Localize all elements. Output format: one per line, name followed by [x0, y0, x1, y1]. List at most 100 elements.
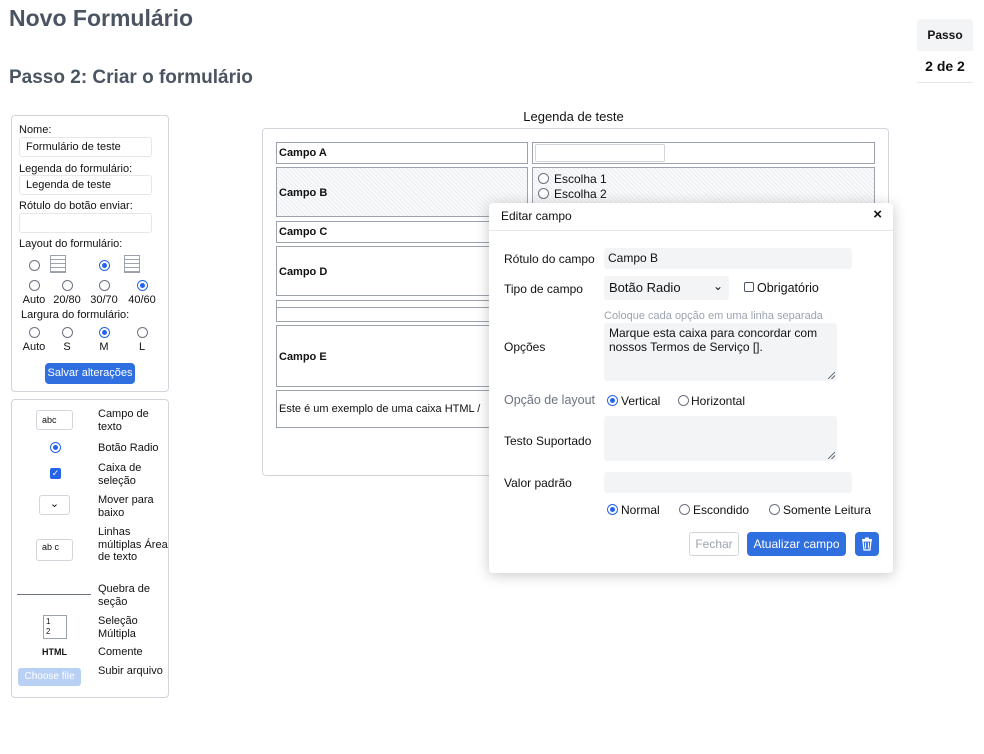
field-type-value: Botão Radio: [609, 280, 681, 295]
width-option-label: Auto: [22, 341, 46, 353]
comment-tool-label: Comente: [98, 646, 143, 658]
layout-radio-20-80[interactable]: [62, 280, 73, 291]
field-b-option-label: Escolha 1: [554, 172, 607, 186]
width-option-label: L: [138, 341, 146, 353]
form-settings-panel: Nome: Formulário de teste Legenda do for…: [11, 115, 169, 392]
field-label-input[interactable]: Campo B: [604, 248, 852, 269]
checkbox-tool-label: Caixa de seleção: [98, 462, 142, 487]
name-input[interactable]: Formulário de teste: [19, 137, 152, 157]
layout-vertical-label: Vertical: [621, 394, 661, 408]
close-button[interactable]: Fechar: [689, 532, 739, 556]
html-tool[interactable]: HTML: [42, 647, 67, 657]
step-title: Passo 2: Criar o formulário: [9, 67, 253, 88]
step-indicator: Passo 2 de 2: [917, 19, 973, 83]
resize-grip-icon[interactable]: [828, 372, 835, 379]
width-radio-l[interactable]: [137, 327, 148, 338]
save-settings-button[interactable]: Salvar alterações: [45, 363, 135, 384]
dropdown-tool-label: Mover para baixo: [98, 494, 154, 519]
radio-tool-label: Botão Radio: [98, 442, 159, 454]
text-field-tool-label: Campo de texto: [98, 408, 149, 433]
layout-icon-radio-2[interactable]: [99, 260, 110, 271]
required-label: Obrigatório: [757, 281, 819, 295]
layout-vertical-radio[interactable]: [607, 395, 618, 406]
textarea-tool-label: Linhas múltiplas Área de texto: [98, 526, 168, 563]
layout-radio-30-70[interactable]: [99, 280, 110, 291]
layout-split-icon: [124, 255, 140, 273]
name-label: Nome:: [19, 124, 52, 136]
modal-title: Editar campo: [501, 209, 572, 223]
layout-option-label: 20/80: [53, 294, 81, 306]
width-radio-m[interactable]: [99, 327, 110, 338]
field-type-label: Tipo de campo: [504, 282, 583, 296]
visibility-normal-radio[interactable]: [607, 504, 618, 515]
visibility-normal-label: Normal: [621, 503, 660, 517]
resize-grip-icon[interactable]: [828, 452, 835, 459]
trash-icon: [862, 537, 872, 551]
layout-stacked-icon: [50, 255, 66, 273]
default-value-label: Valor padrão: [504, 476, 572, 490]
field-b-radio-1[interactable]: [538, 173, 549, 184]
multi-select-option: 2: [46, 627, 51, 636]
width-radio-auto[interactable]: [29, 327, 40, 338]
multi-select-tool-label: Seleção Múltipla: [98, 615, 138, 640]
default-value-input[interactable]: [604, 472, 852, 493]
visibility-hidden-label: Escondido: [693, 503, 750, 517]
field-b-radio-2[interactable]: [538, 188, 549, 199]
field-toolbox: abc Campo de texto Botão Radio ✓ Caixa d…: [11, 399, 169, 698]
layout-option-label: 30/70: [90, 294, 118, 306]
layout-radio-auto[interactable]: [29, 280, 40, 291]
close-icon[interactable]: ×: [873, 206, 882, 223]
layout-option-label: Opção de layout: [504, 393, 596, 407]
update-field-button[interactable]: Atualizar campo: [747, 532, 846, 556]
field-a-label[interactable]: Campo A: [276, 142, 528, 164]
field-label-label: Rótulo do campo: [504, 252, 595, 266]
visibility-hidden-radio[interactable]: [679, 504, 690, 515]
chevron-down-icon: ⌄: [712, 279, 723, 293]
modal-divider: [489, 230, 893, 231]
legend-label: Legenda do formulário:: [19, 163, 133, 175]
multi-select-tool[interactable]: 1 2: [43, 615, 67, 639]
choose-file-button[interactable]: Choose file: [18, 668, 81, 686]
chevron-down-icon: ⌄: [49, 498, 60, 510]
support-text-textarea[interactable]: [604, 416, 837, 461]
submit-label-input[interactable]: [19, 213, 152, 233]
multi-select-option: 1: [46, 617, 51, 626]
layout-option-label: Auto: [22, 294, 46, 306]
options-label: Opções: [504, 340, 546, 354]
required-checkbox[interactable]: [744, 282, 754, 292]
visibility-readonly-radio[interactable]: [769, 504, 780, 515]
field-a-input-cell: [532, 142, 875, 164]
field-type-select[interactable]: Botão Radio ⌄: [604, 276, 729, 300]
width-label: Largura do formulário:: [21, 309, 130, 321]
section-break-tool-label: Quebra de seção: [98, 583, 150, 608]
radio-tool[interactable]: [50, 442, 61, 453]
width-option-label: M: [99, 341, 109, 353]
layout-icon-radio-1[interactable]: [29, 260, 40, 271]
step-value: 2 de 2: [917, 51, 973, 83]
width-option-label: S: [63, 341, 71, 353]
support-text-label: Testo Suportado: [504, 434, 592, 448]
text-field-tool[interactable]: abc: [36, 410, 73, 430]
form-legend: Legenda de teste: [523, 109, 624, 124]
page-title: Novo Formulário: [9, 5, 194, 31]
textarea-tool[interactable]: ab c: [36, 539, 73, 561]
layout-radio-40-60[interactable]: [137, 280, 148, 291]
options-hint: Coloque cada opção em uma linha separada: [604, 310, 823, 322]
layout-option-label: 40/60: [128, 294, 156, 306]
edit-field-modal: Editar campo × Rótulo do campo Campo B T…: [489, 203, 893, 573]
width-radio-s[interactable]: [62, 327, 73, 338]
dropdown-tool[interactable]: ⌄: [39, 495, 70, 515]
layout-horizontal-label: Horizontal: [691, 394, 746, 408]
delete-button[interactable]: [855, 532, 879, 556]
upload-tool-label: Subir arquivo: [98, 665, 163, 677]
options-textarea[interactable]: Marque esta caixa para concordar com nos…: [604, 323, 837, 381]
options-textarea-value: Marque esta caixa para concordar com nos…: [609, 326, 818, 354]
section-break-tool[interactable]: [17, 594, 91, 595]
layout-label: Layout do formulário:: [19, 238, 123, 250]
checkbox-tool[interactable]: ✓: [50, 468, 61, 479]
legend-input[interactable]: Legenda de teste: [19, 175, 152, 195]
layout-horizontal-radio[interactable]: [678, 395, 689, 406]
field-a-input[interactable]: [535, 144, 665, 162]
field-b-option-label: Escolha 2: [554, 187, 607, 201]
step-label: Passo: [917, 19, 973, 51]
